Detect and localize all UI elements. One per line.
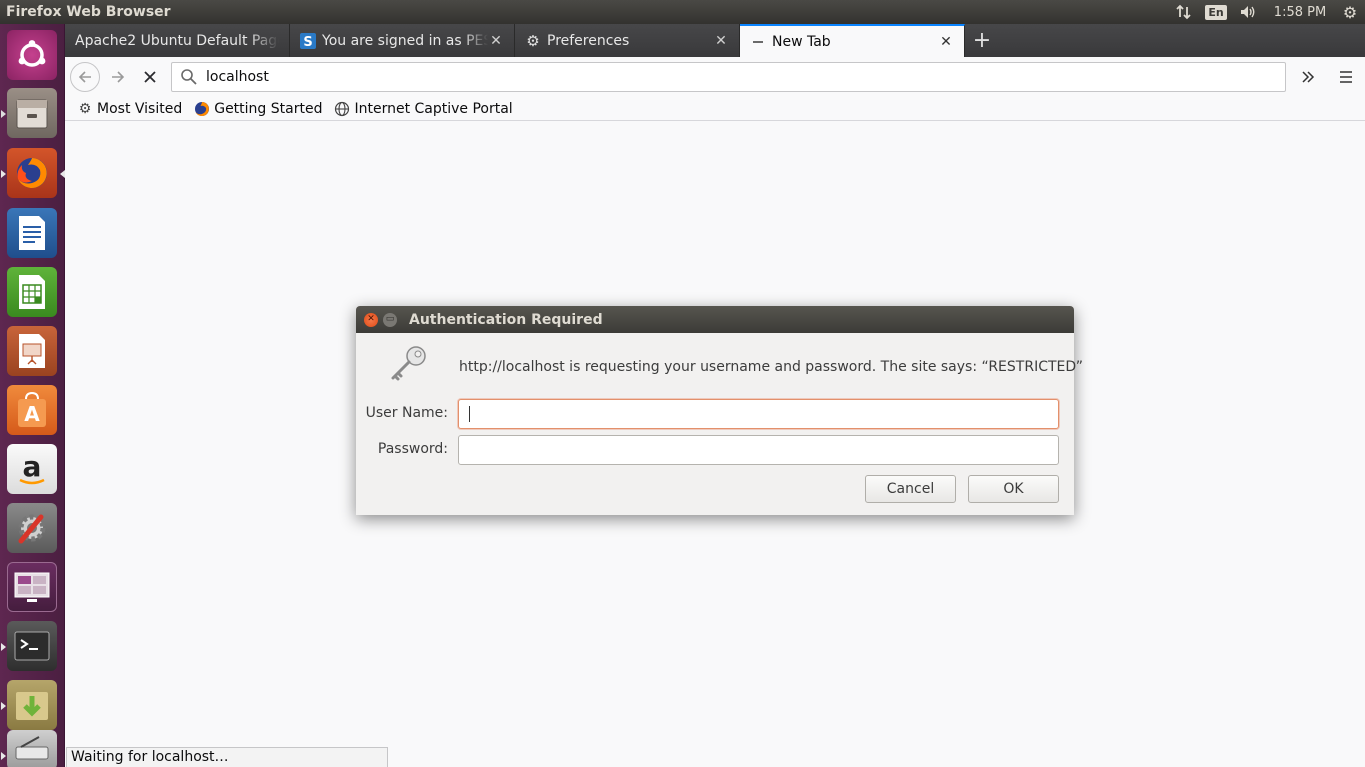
close-tab-icon[interactable]: ✕ <box>713 33 729 49</box>
launcher: A a <box>0 24 65 767</box>
password-field[interactable] <box>458 435 1059 465</box>
bookmark-label: Internet Captive Portal <box>354 100 513 117</box>
back-arrow-icon <box>78 71 91 83</box>
clock[interactable]: 1:58 PM <box>1265 0 1335 24</box>
back-button[interactable] <box>70 62 100 92</box>
dialog-title: Authentication Required <box>409 311 603 328</box>
indicator-area: En 1:58 PM ⚙ <box>1167 0 1365 24</box>
amazon-icon[interactable]: a <box>7 444 57 494</box>
svg-text:a: a <box>23 450 42 483</box>
dialog-titlebar: ✕ ▭ Authentication Required <box>356 306 1074 333</box>
svg-text:A: A <box>24 402 40 426</box>
ok-button[interactable]: OK <box>968 475 1059 503</box>
active-app-title: Firefox Web Browser <box>6 4 171 20</box>
scanner-icon[interactable] <box>1 730 57 767</box>
ubuntu-dash-icon[interactable] <box>7 30 57 80</box>
username-field[interactable] <box>458 399 1059 429</box>
stop-button[interactable] <box>135 63 165 91</box>
tab-label: Preferences <box>547 32 630 49</box>
bookmarks-toolbar: ⚙ Most Visited Getting Started Internet … <box>65 97 1365 121</box>
url-bar[interactable] <box>171 62 1286 92</box>
url-input[interactable] <box>206 69 1106 85</box>
hamburger-icon <box>1340 71 1352 83</box>
hamburger-menu-button[interactable] <box>1331 63 1361 91</box>
authentication-dialog: ✕ ▭ Authentication Required http://local… <box>356 306 1083 515</box>
bookmark-internet-captive-portal[interactable]: Internet Captive Portal <box>334 100 513 117</box>
navigation-toolbar <box>65 57 1365 97</box>
key-icon <box>388 344 430 384</box>
password-label: Password: <box>377 441 448 457</box>
libreoffice-impress-icon[interactable] <box>7 326 57 376</box>
tab-label: New Tab <box>772 33 831 50</box>
dialog-message: http://localhost is requesting your user… <box>459 359 1084 375</box>
cancel-button[interactable]: Cancel <box>865 475 956 503</box>
chevron-double-right-icon <box>1302 71 1315 83</box>
loading-icon <box>750 34 766 50</box>
new-tab-button[interactable]: + <box>965 24 999 57</box>
keyboard-layout-indicator[interactable]: En <box>1201 0 1231 24</box>
bookmark-most-visited[interactable]: ⚙ Most Visited <box>77 100 183 117</box>
forward-arrow-icon <box>112 71 125 83</box>
dialog-minimize-button[interactable]: ▭ <box>383 312 397 327</box>
search-icon <box>180 68 198 86</box>
close-tab-icon[interactable]: ✕ <box>938 34 954 50</box>
tab-label: Apache2 Ubuntu Default Page: It works <box>75 32 279 49</box>
libreoffice-writer-icon[interactable] <box>7 208 57 258</box>
tab-preferences[interactable]: ⚙ Preferences ✕ <box>515 24 740 57</box>
gear-icon: ⚙ <box>526 31 540 50</box>
bookmark-getting-started[interactable]: Getting Started <box>194 101 322 117</box>
tab-label: You are signed in as PESU <box>322 32 488 49</box>
firefox-icon[interactable] <box>1 148 65 198</box>
system-settings-icon[interactable] <box>7 503 57 553</box>
keyboard-layout-label: En <box>1205 4 1227 20</box>
s-icon: S <box>300 32 316 49</box>
svg-text:S: S <box>303 35 312 49</box>
bookmark-label: Most Visited <box>97 100 183 117</box>
firefox-icon <box>194 101 210 117</box>
status-bar: Waiting for localhost… <box>66 747 388 767</box>
text-caret <box>469 406 470 422</box>
bookmark-label: Getting Started <box>214 100 323 117</box>
globe-icon <box>334 101 350 117</box>
tab-signed-in[interactable]: S You are signed in as PESU ✕ <box>290 24 515 57</box>
workspace-switcher-icon[interactable] <box>7 562 57 612</box>
tab-new-tab[interactable]: New Tab ✕ <box>740 24 965 57</box>
top-panel: Firefox Web Browser En 1:58 PM ⚙ <box>0 0 1365 24</box>
close-tab-icon[interactable]: ✕ <box>488 33 504 49</box>
libreoffice-calc-icon[interactable] <box>7 267 57 317</box>
downloads-icon[interactable] <box>1 680 57 730</box>
terminal-icon[interactable] <box>1 621 57 671</box>
dialog-close-button[interactable]: ✕ <box>364 312 378 327</box>
tab-strip: Apache2 Ubuntu Default Page: It works S … <box>65 24 1365 57</box>
stop-icon <box>144 71 156 83</box>
gear-icon: ⚙ <box>78 100 92 117</box>
username-label: User Name: <box>365 405 448 421</box>
ubuntu-software-icon[interactable]: A <box>7 385 57 435</box>
volume-icon[interactable] <box>1231 0 1265 24</box>
session-gear-icon[interactable]: ⚙ <box>1335 0 1365 24</box>
overflow-menu-button[interactable] <box>1293 63 1323 91</box>
files-icon[interactable] <box>1 88 57 138</box>
forward-button[interactable] <box>103 63 133 91</box>
tab-apache2-default-page[interactable]: Apache2 Ubuntu Default Page: It works <box>65 24 290 57</box>
network-icon[interactable] <box>1167 0 1201 24</box>
